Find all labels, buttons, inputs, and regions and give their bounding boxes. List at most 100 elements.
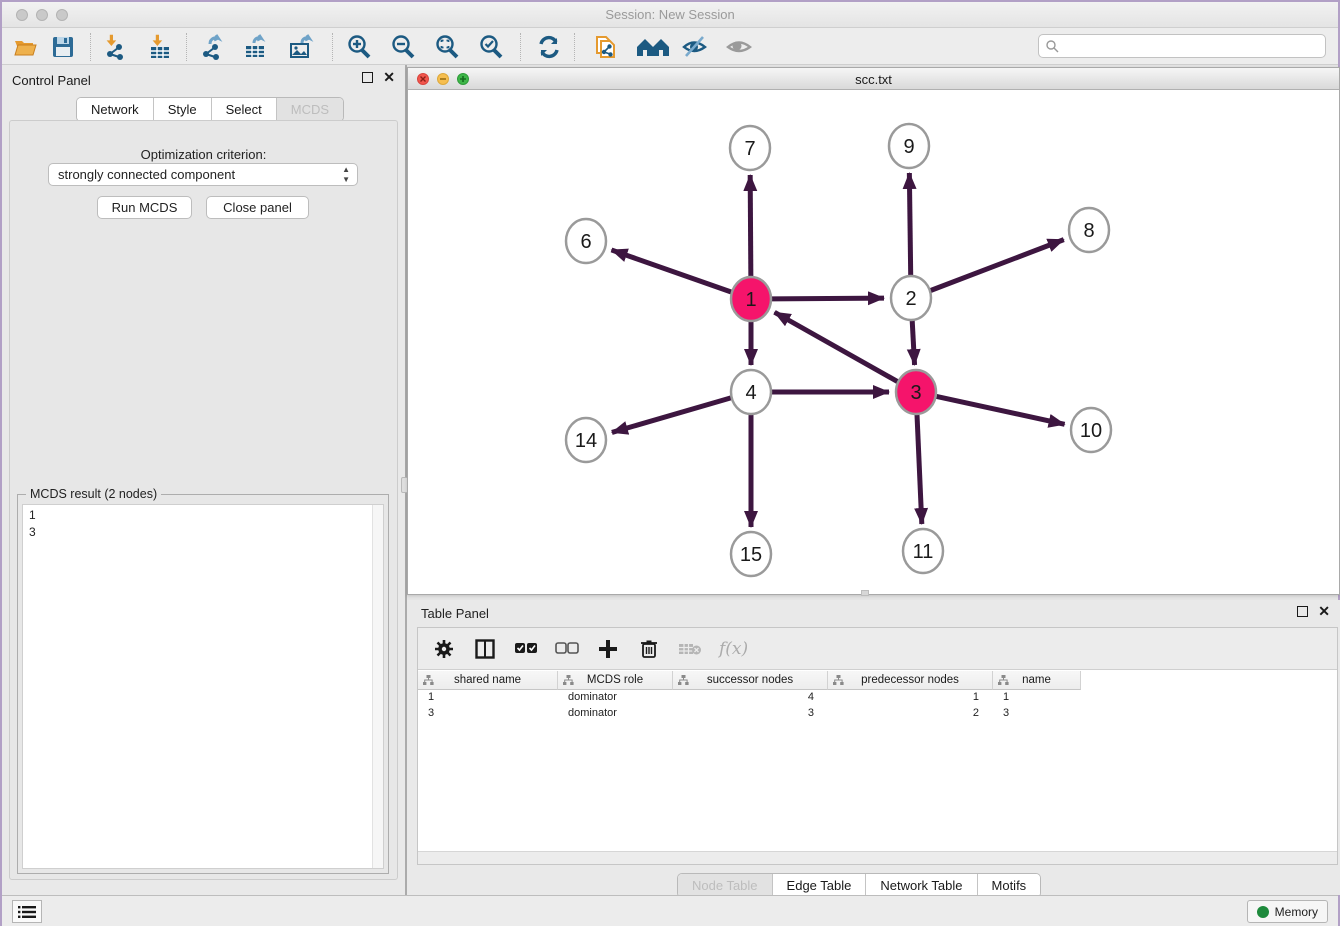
table-panel: Table Panel ✕	[407, 600, 1340, 895]
edge-3-1[interactable]	[775, 312, 898, 381]
table-row[interactable]: 1dominator411	[418, 690, 1337, 706]
window-title: Session: New Session	[2, 7, 1338, 22]
zoom-selected-icon[interactable]	[476, 32, 506, 62]
edge-1-2[interactable]	[772, 298, 884, 299]
node-8[interactable]: 8	[1069, 208, 1109, 252]
node-1[interactable]: 1	[731, 277, 771, 321]
export-network-icon[interactable]	[196, 32, 226, 62]
table-cell[interactable]: 1	[828, 690, 993, 706]
memory-button[interactable]: Memory	[1247, 900, 1328, 923]
network-canvas[interactable]: 7 9 6 8 1 2 4 3 14 10 15 11	[408, 90, 1339, 593]
node-6[interactable]: 6	[566, 219, 606, 263]
tab-node-table[interactable]: Node Table	[678, 874, 773, 897]
node-15[interactable]: 15	[731, 532, 771, 576]
delete-column-icon[interactable]	[637, 637, 661, 661]
zoom-fit-icon[interactable]	[432, 32, 462, 62]
edge-4-14[interactable]	[612, 398, 731, 433]
result-scrollbar[interactable]	[372, 505, 383, 868]
select-all-icon[interactable]	[514, 637, 538, 661]
first-neighbors-icon[interactable]	[634, 32, 674, 62]
close-panel-button[interactable]: Close panel	[206, 196, 309, 219]
add-column-icon[interactable]	[596, 637, 620, 661]
edge-2-8[interactable]	[931, 240, 1064, 291]
table-body: 1dominator4113dominator323	[418, 690, 1337, 722]
tab-network[interactable]: Network	[77, 98, 154, 121]
node-9[interactable]: 9	[889, 124, 929, 168]
column-header-shared-name[interactable]: shared name	[418, 671, 558, 690]
search-input[interactable]	[1038, 34, 1326, 58]
node-label: 6	[580, 231, 591, 253]
tab-motifs[interactable]: Motifs	[978, 874, 1041, 897]
table-hscrollbar[interactable]	[418, 851, 1337, 864]
main-area: Control Panel ✕ NetworkStyleSelectMCDS O…	[2, 65, 1338, 895]
run-mcds-button[interactable]: Run MCDS	[97, 196, 192, 219]
open-session-icon[interactable]	[10, 32, 40, 62]
deselect-all-icon[interactable]	[555, 637, 579, 661]
table-cell[interactable]: 1	[418, 690, 558, 706]
mcds-panel: Optimization criterion: strongly connect…	[9, 120, 398, 880]
control-panel-close-icon[interactable]: ✕	[383, 72, 395, 83]
column-header-name[interactable]: name	[993, 671, 1081, 690]
clone-network-icon[interactable]	[590, 32, 620, 62]
tab-edge-table[interactable]: Edge Table	[773, 874, 867, 897]
edge-1-6[interactable]	[611, 250, 731, 292]
toolbar-separator	[90, 33, 91, 61]
table-row[interactable]: 3dominator323	[418, 706, 1337, 722]
tab-network-table[interactable]: Network Table	[866, 874, 977, 897]
table-cell[interactable]: 3	[673, 706, 828, 722]
node-table: f(x) shared nameMCDS rolesuccessor nodes…	[417, 627, 1338, 865]
tab-style[interactable]: Style	[154, 98, 212, 121]
hide-selected-icon[interactable]	[680, 32, 710, 62]
node-3[interactable]: 3	[896, 370, 936, 414]
column-view-icon[interactable]	[473, 637, 497, 661]
import-table-icon[interactable]	[144, 32, 174, 62]
table-cell[interactable]: dominator	[558, 690, 673, 706]
export-image-icon[interactable]	[286, 32, 316, 62]
network-window-titlebar[interactable]: scc.txt	[408, 68, 1339, 90]
export-table-icon[interactable]	[240, 32, 270, 62]
node-label: 4	[745, 382, 756, 404]
column-header-predecessor-nodes[interactable]: predecessor nodes	[828, 671, 993, 690]
task-history-button[interactable]	[12, 900, 42, 923]
network-graph[interactable]: 7 9 6 8 1 2 4 3 14 10 15 11	[408, 90, 1339, 593]
zoom-out-icon[interactable]	[388, 32, 418, 62]
column-type-icon	[678, 675, 689, 686]
table-cell[interactable]: 2	[828, 706, 993, 722]
edge-3-10[interactable]	[937, 396, 1065, 424]
node-2[interactable]: 2	[891, 276, 931, 320]
table-cell[interactable]: 3	[418, 706, 558, 722]
settings-icon[interactable]	[432, 637, 456, 661]
optimization-criterion-label: Optimization criterion:	[10, 147, 397, 162]
tab-mcds[interactable]: MCDS	[277, 98, 343, 121]
node-14[interactable]: 14	[566, 418, 606, 462]
control-panel-float-icon[interactable]	[362, 72, 373, 83]
zoom-in-icon[interactable]	[344, 32, 374, 62]
table-panel-close-icon[interactable]: ✕	[1318, 606, 1330, 617]
network-resize-grip[interactable]	[861, 590, 869, 596]
edge-2-3[interactable]	[912, 319, 914, 365]
node-10[interactable]: 10	[1071, 408, 1111, 452]
control-panel: Control Panel ✕ NetworkStyleSelectMCDS O…	[2, 65, 405, 895]
criterion-dropdown[interactable]: strongly connected component ▲▼	[48, 163, 358, 186]
column-header-MCDS-role[interactable]: MCDS role	[558, 671, 673, 690]
edge-2-9[interactable]	[909, 173, 910, 277]
save-session-icon[interactable]	[48, 32, 78, 62]
mcds-result-text[interactable]: 1 3	[22, 504, 384, 869]
node-label: 9	[903, 136, 914, 158]
table-cell[interactable]: 1	[993, 690, 1081, 706]
table-panel-float-icon[interactable]	[1297, 606, 1308, 617]
table-cell[interactable]: dominator	[558, 706, 673, 722]
node-4[interactable]: 4	[731, 370, 771, 414]
show-all-icon[interactable]	[724, 32, 754, 62]
tab-select[interactable]: Select	[212, 98, 277, 121]
edge-3-11[interactable]	[917, 413, 922, 524]
edge-1-7[interactable]	[750, 175, 751, 278]
node-7[interactable]: 7	[730, 126, 770, 170]
apply-layout-icon[interactable]	[534, 32, 564, 62]
table-cell[interactable]: 3	[993, 706, 1081, 722]
toolbar-separator	[186, 33, 187, 61]
import-network-icon[interactable]	[100, 32, 130, 62]
node-11[interactable]: 11	[903, 529, 943, 573]
table-cell[interactable]: 4	[673, 690, 828, 706]
column-header-successor-nodes[interactable]: successor nodes	[673, 671, 828, 690]
